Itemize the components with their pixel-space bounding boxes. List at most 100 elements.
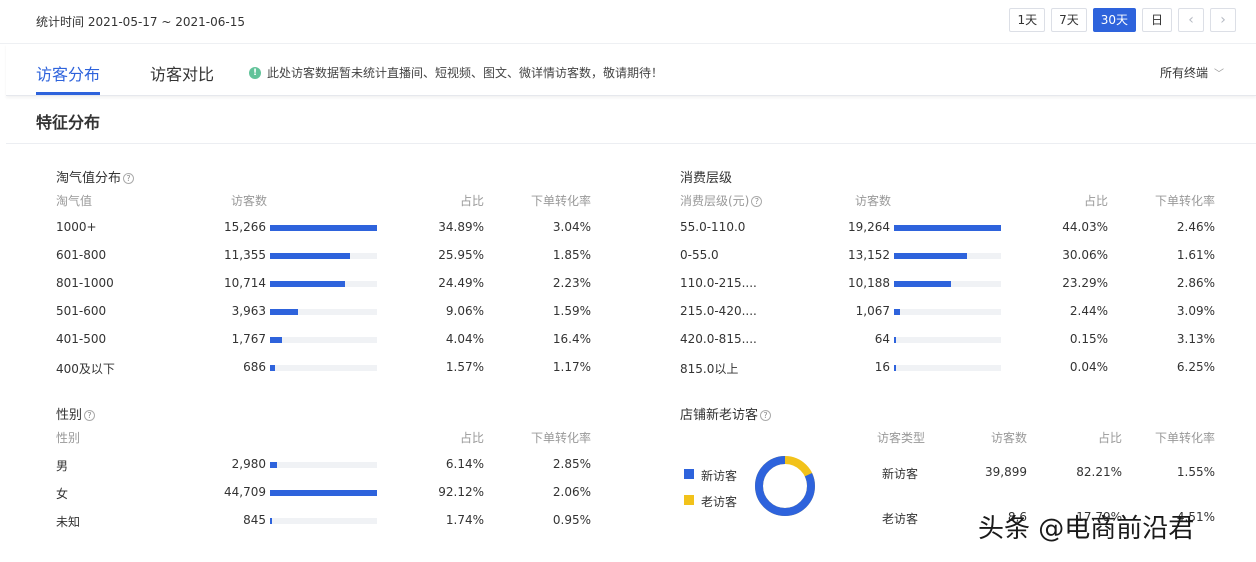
naughty-row-label: 1000+ bbox=[56, 220, 97, 234]
consumption-row-bar-track bbox=[894, 225, 1001, 231]
naughty-row-label: 501-600 bbox=[56, 304, 107, 318]
naughty-header-share: 占比 bbox=[459, 194, 484, 208]
gender-row-share: 1.74% bbox=[445, 513, 484, 527]
consumption-level-title: 消费层级 bbox=[680, 171, 733, 186]
naughty-row-bar-track bbox=[270, 253, 377, 259]
chevron-left-icon[interactable]: ‹ bbox=[1178, 8, 1204, 32]
gender-row-count: 44,709 bbox=[224, 485, 266, 499]
gender-row-share: 92.12% bbox=[438, 485, 484, 499]
chevron-right-icon[interactable]: › bbox=[1210, 8, 1236, 32]
gender-row-conv: 2.06% bbox=[552, 485, 591, 499]
range-day-button[interactable]: 日 bbox=[1142, 8, 1172, 32]
gender-row-bar-fill bbox=[270, 518, 273, 524]
visitor-header-type: 访客类型 bbox=[877, 431, 926, 445]
range-7-day-button[interactable]: 7天 bbox=[1051, 8, 1087, 32]
visitor-row-new-share: 82.21% bbox=[1076, 465, 1122, 479]
naughty-row-bar-fill bbox=[270, 309, 298, 315]
consumption-row-count: 64 bbox=[874, 332, 890, 346]
naughty-row-share: 9.06% bbox=[445, 304, 484, 318]
naughty-row-label: 801-1000 bbox=[56, 276, 114, 290]
consumption-row-share: 23.29% bbox=[1062, 276, 1108, 290]
consumption-row-conv: 2.46% bbox=[1176, 220, 1215, 234]
naughty-row-bar-track bbox=[270, 309, 377, 315]
naughty-row-share: 4.04% bbox=[445, 332, 484, 346]
consumption-row-label: 420.0-815.... bbox=[680, 332, 757, 346]
terminal-select[interactable]: 所有终端 ﹀ bbox=[1160, 64, 1224, 81]
consumption-row-share: 2.44% bbox=[1069, 304, 1108, 318]
help-icon[interactable]: ? bbox=[760, 410, 772, 421]
consumption-row-count: 19,264 bbox=[848, 220, 890, 234]
consumption-row-count: 16 bbox=[874, 360, 890, 374]
tab-visitor-distribution[interactable]: 访客分布 bbox=[36, 61, 100, 85]
naughty-row-share: 34.89% bbox=[438, 220, 484, 234]
gender-row-bar-fill bbox=[270, 490, 377, 496]
consumption-row-count: 10,188 bbox=[848, 276, 890, 290]
visitor-row-new-label: 新访客 bbox=[882, 467, 919, 481]
naughty-row-bar-track bbox=[270, 225, 377, 231]
gender-row-label: 男 bbox=[56, 459, 69, 473]
consumption-header-share: 占比 bbox=[1083, 194, 1108, 208]
consumption-row-conv: 3.09% bbox=[1176, 304, 1215, 318]
range-1-day-button[interactable]: 1天 bbox=[1009, 8, 1046, 32]
visitor-type-title: 店铺新老访客? bbox=[680, 404, 772, 423]
naughty-row-bar-fill bbox=[270, 225, 377, 231]
naughty-row-conv: 1.59% bbox=[552, 304, 591, 318]
date-range-label: 统计时间 2021-05-17 ~ 2021-06-15 bbox=[36, 15, 245, 29]
gender-header-label: 性别 bbox=[56, 431, 81, 445]
info-icon: ! bbox=[249, 66, 261, 79]
consumption-header-count: 访客数 bbox=[855, 194, 892, 208]
naughty-row-conv: 1.85% bbox=[552, 248, 591, 262]
help-icon[interactable]: ? bbox=[84, 410, 96, 421]
section-title: 特征分布 bbox=[36, 113, 101, 132]
consumption-row-label: 215.0-420.... bbox=[680, 304, 757, 318]
tab-bar: 访客分布 访客对比 ! 此处访客数据暂未统计直播间、短视频、图文、微详情访客数，… bbox=[6, 44, 1256, 96]
gender-row-count: 845 bbox=[243, 513, 266, 527]
consumption-row-count: 1,067 bbox=[855, 304, 890, 318]
naughty-row-share: 25.95% bbox=[438, 248, 484, 262]
legend-new-label: 新访客 bbox=[701, 469, 738, 483]
gender-row-bar-track bbox=[270, 518, 377, 524]
consumption-row-label: 110.0-215.... bbox=[680, 276, 757, 290]
watermark: 头条 @电商前沿君 bbox=[978, 514, 1195, 544]
tab-visitor-comparison[interactable]: 访客对比 bbox=[150, 61, 214, 85]
gender-row-bar-fill bbox=[270, 462, 278, 468]
gender-row-bar-track bbox=[270, 490, 377, 496]
naughty-row-share: 1.57% bbox=[445, 360, 484, 374]
legend-old-swatch bbox=[684, 495, 694, 505]
consumption-row-bar-track bbox=[894, 281, 1001, 287]
gender-title: 性别? bbox=[56, 404, 96, 423]
naughty-header-count: 访客数 bbox=[231, 194, 268, 208]
gender-title-text: 性别 bbox=[56, 408, 83, 423]
notice-message: ! 此处访客数据暂未统计直播间、短视频、图文、微详情访客数，敬请期待！ bbox=[249, 64, 663, 81]
legend-new-swatch bbox=[684, 469, 694, 479]
range-30-day-button[interactable]: 30天 bbox=[1092, 8, 1136, 32]
consumption-row-bar-track bbox=[894, 253, 1001, 259]
naughty-row-conv: 3.04% bbox=[552, 220, 591, 234]
consumption-row-count: 13,152 bbox=[848, 248, 890, 262]
terminal-select-label: 所有终端 bbox=[1159, 66, 1208, 80]
naughty-row-count: 10,714 bbox=[224, 276, 266, 290]
naughty-header-label: 淘气值 bbox=[56, 194, 93, 208]
gender-row-bar-track bbox=[270, 462, 377, 468]
consumption-row-label: 815.0以上 bbox=[680, 362, 739, 376]
gender-row-conv: 2.85% bbox=[552, 457, 591, 471]
consumption-row-bar-fill bbox=[894, 225, 1001, 231]
consumption-header-label-text: 消费层级(元) bbox=[680, 194, 750, 208]
visitor-header-share: 占比 bbox=[1097, 431, 1122, 445]
gender-row-count: 2,980 bbox=[231, 457, 266, 471]
chevron-down-icon: ﹀ bbox=[1214, 69, 1224, 80]
consumption-row-label: 55.0-110.0 bbox=[680, 220, 746, 234]
naughty-row-label: 401-500 bbox=[56, 332, 107, 346]
help-icon[interactable]: ? bbox=[123, 173, 135, 184]
naughty-row-bar-fill bbox=[270, 281, 346, 287]
visitor-row-new-conv: 1.55% bbox=[1176, 465, 1215, 479]
consumption-row-label: 0-55.0 bbox=[680, 248, 719, 262]
naughty-row-label: 400及以下 bbox=[56, 362, 115, 376]
consumption-row-share: 0.15% bbox=[1069, 332, 1108, 346]
naughty-header-conv: 下单转化率 bbox=[530, 194, 591, 208]
help-icon[interactable]: ? bbox=[751, 196, 763, 207]
gender-row-share: 6.14% bbox=[445, 457, 484, 471]
consumption-row-bar-fill bbox=[894, 253, 968, 259]
consumption-row-bar-fill bbox=[894, 281, 951, 287]
consumption-row-bar-track bbox=[894, 365, 1001, 371]
